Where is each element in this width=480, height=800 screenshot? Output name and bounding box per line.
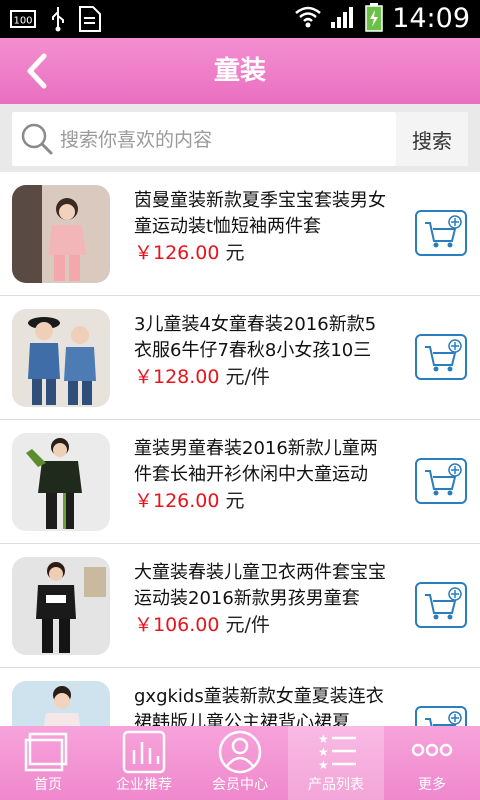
battery-charging-icon	[364, 2, 384, 36]
product-price: ￥128.00	[134, 366, 220, 388]
bar-chart-icon	[122, 730, 166, 774]
product-item[interactable]: 童装男童春装2016新款儿童两件套长袖开衫休闲中大童运动 ￥126.00 元	[0, 420, 480, 544]
product-item[interactable]: gxgkids童装新款女童夏装连衣裙韩版儿童公主裙背心裙夏	[0, 668, 480, 726]
product-name: 大童装春装儿童卫衣两件套宝宝运动装2016新款男孩男童套	[134, 562, 386, 609]
product-image	[12, 309, 110, 407]
battery-level-icon: 100	[10, 9, 38, 33]
product-name: gxgkids童装新款女童夏装连衣裙韩版儿童公主裙背心裙夏	[134, 686, 384, 726]
tab-more[interactable]: 更多	[384, 726, 480, 800]
chevron-left-icon	[27, 53, 47, 89]
product-info: 3儿童装4女童春装2016新款5衣服6牛仔7春秋8小女孩10三 ￥128.00 …	[134, 312, 394, 390]
search-button[interactable]: 搜索	[396, 112, 468, 166]
window-icon	[24, 732, 68, 772]
price-unit: 元/件	[225, 366, 270, 388]
product-item[interactable]: 茵曼童装新款夏季宝宝套装男女童运动装t恤短袖两件套 ￥126.00 元	[0, 172, 480, 296]
wifi-icon	[294, 4, 322, 34]
cart-add-icon	[425, 215, 462, 248]
tab-home[interactable]: 首页	[0, 726, 96, 800]
tab-label: 产品列表	[308, 777, 364, 793]
add-to-cart-button[interactable]	[415, 458, 467, 504]
product-image	[12, 433, 110, 531]
price-unit: 元	[225, 490, 245, 512]
product-name: 茵曼童装新款夏季宝宝套装男女童运动装t恤短袖两件套	[134, 190, 386, 237]
product-price: ￥106.00	[134, 614, 220, 636]
price-unit: 元	[225, 242, 245, 264]
more-dots-icon	[411, 743, 453, 757]
cart-add-icon	[425, 463, 462, 496]
status-time: 14:09	[392, 3, 470, 34]
add-to-cart-button[interactable]	[415, 582, 467, 628]
price-row: ￥126.00 元	[134, 488, 394, 514]
product-price: ￥126.00	[134, 242, 220, 264]
cart-add-icon	[425, 711, 462, 726]
product-list: 茵曼童装新款夏季宝宝套装男女童运动装t恤短袖两件套 ￥126.00 元 3儿童装…	[0, 172, 480, 726]
back-button[interactable]	[18, 50, 60, 92]
product-info: gxgkids童装新款女童夏装连衣裙韩版儿童公主裙背心裙夏	[134, 684, 394, 726]
product-image	[12, 185, 110, 283]
svg-text:100: 100	[13, 16, 32, 27]
search-input[interactable]	[58, 112, 392, 168]
app-header: 童装	[0, 38, 480, 104]
product-info: 茵曼童装新款夏季宝宝套装男女童运动装t恤短袖两件套 ￥126.00 元	[134, 188, 394, 266]
user-icon	[218, 730, 262, 774]
product-image	[12, 557, 110, 655]
tab-recommend[interactable]: 企业推荐	[96, 726, 192, 800]
svg-text:★: ★	[318, 732, 329, 746]
add-to-cart-button[interactable]	[415, 334, 467, 380]
search-icon	[21, 123, 53, 155]
add-to-cart-button[interactable]	[415, 706, 467, 726]
cart-add-icon	[425, 587, 462, 620]
product-name: 3儿童装4女童春装2016新款5衣服6牛仔7春秋8小女孩10三	[134, 314, 377, 361]
price-row: ￥126.00 元	[134, 240, 394, 266]
usb-icon	[50, 6, 66, 36]
search-box	[12, 112, 396, 168]
bottom-tab-bar: 首页 企业推荐 会员中心 ★ ★ ★ 产品列表 更多	[0, 726, 480, 800]
product-image	[12, 681, 110, 726]
signal-icon	[330, 5, 356, 33]
price-unit: 元/件	[225, 614, 270, 636]
product-item[interactable]: 大童装春装儿童卫衣两件套宝宝运动装2016新款男孩男童套 ￥106.00 元/件	[0, 544, 480, 668]
product-item[interactable]: 3儿童装4女童春装2016新款5衣服6牛仔7春秋8小女孩10三 ￥128.00 …	[0, 296, 480, 420]
product-name: 童装男童春装2016新款儿童两件套长袖开衫休闲中大童运动	[134, 438, 378, 485]
page-title: 童装	[213, 56, 266, 86]
svg-text:★: ★	[318, 745, 329, 759]
tab-product-list[interactable]: ★ ★ ★ 产品列表	[288, 726, 384, 800]
product-price: ￥126.00	[134, 490, 220, 512]
add-to-cart-button[interactable]	[415, 210, 467, 256]
svg-text:★: ★	[318, 758, 329, 772]
document-icon	[78, 6, 102, 36]
price-row: ￥106.00 元/件	[134, 612, 394, 638]
cart-add-icon	[425, 339, 462, 372]
status-bar: 100 14:09	[0, 0, 480, 38]
price-row: ￥128.00 元/件	[134, 364, 394, 390]
tab-label: 首页	[34, 777, 62, 793]
search-bar: 搜索	[0, 104, 480, 172]
tab-label: 更多	[418, 777, 446, 793]
product-info: 童装男童春装2016新款儿童两件套长袖开衫休闲中大童运动 ￥126.00 元	[134, 436, 394, 514]
tab-label: 会员中心	[212, 777, 268, 793]
star-list-icon: ★ ★ ★	[318, 732, 356, 772]
tab-member[interactable]: 会员中心	[192, 726, 288, 800]
tab-label: 企业推荐	[116, 777, 172, 793]
product-info: 大童装春装儿童卫衣两件套宝宝运动装2016新款男孩男童套 ￥106.00 元/件	[134, 560, 394, 638]
